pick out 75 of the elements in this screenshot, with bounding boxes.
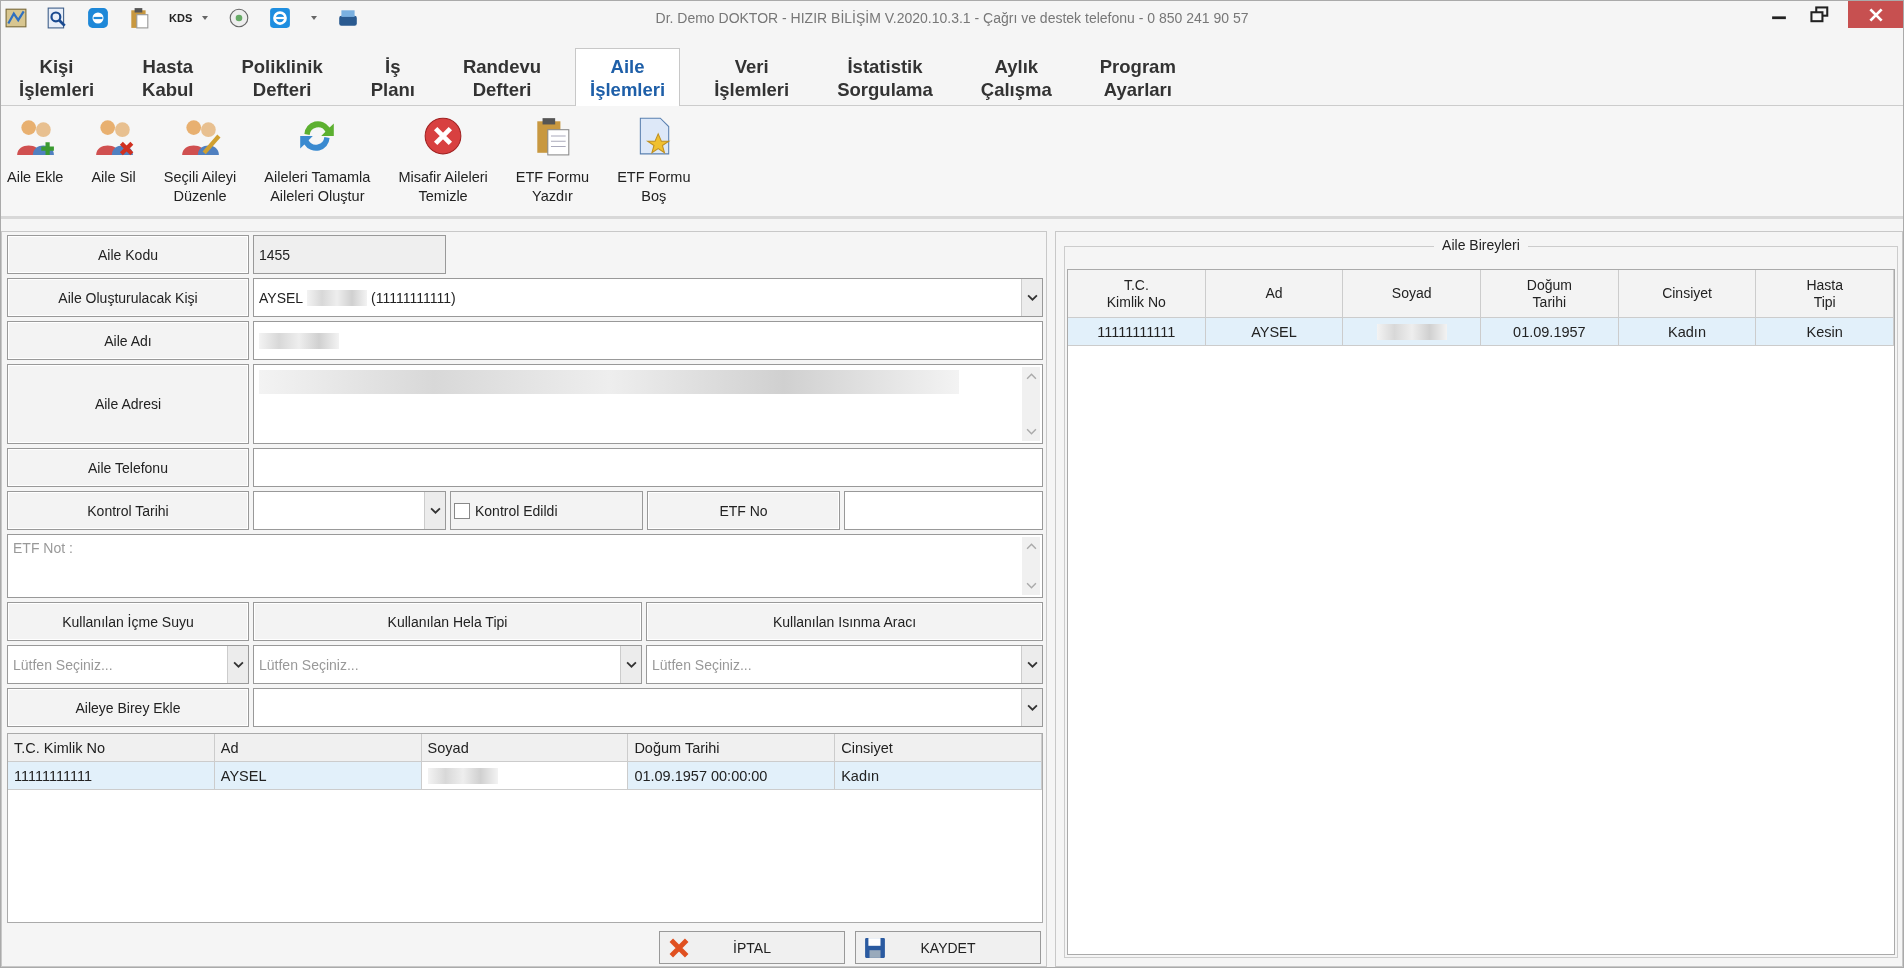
name-field[interactable] (253, 321, 1043, 360)
field-value: AYSEL (259, 289, 304, 306)
chevron-down-icon (625, 659, 637, 670)
dropdown-button[interactable] (1021, 279, 1042, 316)
dropdown-button[interactable] (1021, 646, 1042, 683)
table-cell: 01.09.1957 00:00:00 (628, 762, 836, 789)
toolbar-button[interactable]: Aile Sil (85, 106, 142, 216)
toolbar-button[interactable]: ETF Formu Yazdır (509, 106, 596, 216)
dropdown-button[interactable] (620, 646, 641, 683)
dropdown-button[interactable] (424, 492, 445, 529)
toolbar-button[interactable]: Seçili Aileyi Düzenle (157, 106, 243, 216)
code-field: 1455 (253, 235, 446, 274)
chevron-down-icon (1026, 659, 1038, 670)
chevron-down-icon (232, 659, 244, 670)
ribbon-tab[interactable]: Aile İşlemleri (575, 48, 681, 106)
ribbon-tab[interactable]: Randevu Defteri (448, 49, 556, 105)
field-label: ETF No (647, 491, 840, 530)
kds-menu[interactable]: KDS (169, 12, 193, 24)
caret-icon[interactable] (201, 14, 210, 22)
field-label: Kontrol Tarihi (7, 491, 249, 530)
caret-icon[interactable] (310, 14, 319, 22)
dropdown-button[interactable] (227, 646, 248, 683)
ribbon-tab[interactable]: İş Planı (356, 49, 429, 105)
ribbon-tab[interactable]: İstatistik Sorgulama (823, 49, 947, 105)
date-field[interactable] (253, 491, 446, 530)
ribbon-tab[interactable]: Aylık Çalışma (966, 49, 1066, 105)
table-cell: Kesin (1756, 318, 1895, 345)
ribbon-tab[interactable]: Program Ayarları (1085, 49, 1190, 105)
table-cell: AYSEL (1205, 318, 1344, 345)
checkbox-label: Kontrol Edildi (475, 502, 558, 519)
field-label: Kullanılan İçme Suyu (7, 602, 249, 641)
address-field[interactable] (253, 364, 1043, 444)
table-cell: 01.09.1957 (1481, 318, 1619, 345)
cross-icon (668, 936, 690, 959)
toolbar-button[interactable]: Aileleri Tamamla Aileleri Oluştur (258, 106, 377, 216)
table-cell: 11111111111 (1068, 318, 1206, 345)
field-label: Aile Oluşturulacak Kişi (7, 278, 249, 317)
table-cell: 11111111111 (8, 762, 215, 789)
ribbon-tab[interactable]: Kişi İşlemleri (5, 49, 109, 105)
ribbon-tab[interactable]: Veri İşlemleri (700, 49, 804, 105)
clipboard-icon[interactable] (128, 7, 150, 29)
field-label: Aile Adı (7, 321, 249, 360)
chevron-down-icon (1026, 702, 1038, 713)
disc-icon[interactable] (228, 7, 251, 29)
field-label: Aile Kodu (7, 235, 249, 274)
field-label: Kullanılan Isınma Aracı (646, 602, 1043, 641)
cancel-button[interactable]: İPTAL (659, 931, 845, 964)
table-cell: Kadın (1618, 318, 1757, 345)
toolbar-button[interactable]: Misafir Aileleri Temizle (392, 106, 494, 216)
chevron-down-icon (429, 505, 441, 516)
table-row[interactable]: 11111111111 AYSEL 01.09.1957 Kadın Kesin (1068, 318, 1894, 346)
ribbon-tab[interactable]: Hasta Kabul (128, 49, 208, 105)
dropdown-button[interactable] (1021, 689, 1042, 726)
toolbar-button[interactable]: ETF Formu Boş (611, 106, 697, 216)
phone-field[interactable] (253, 448, 1043, 487)
save-button[interactable]: KAYDET (855, 931, 1041, 964)
scanner-icon[interactable] (337, 7, 360, 29)
field-label: Kullanılan Hela Tipi (253, 602, 642, 641)
search-icon[interactable] (46, 7, 68, 29)
field-label: Aileye Birey Ekle (7, 688, 249, 727)
chevron-down-icon (1026, 292, 1038, 303)
close-button[interactable] (1848, 1, 1903, 28)
table-row[interactable]: 11111111111 AYSEL 01.09.1957 00:00:00 Kadın (8, 762, 1042, 790)
table-cell: AYSEL (214, 762, 422, 789)
window-title: Dr. Demo DOKTOR - HIZIR BİLİŞİM V.2020.10.3.1 - Çağrı ve destek telefonu - 0 850 241 90 57 (655, 10, 1249, 26)
etf-no-field[interactable] (844, 491, 1043, 530)
field-label: Aile Telefonu (7, 448, 249, 487)
table-cell: Kadın (835, 762, 1042, 789)
field-label: Aile Adresi (7, 364, 249, 444)
group-title: Aile Bireyleri (1434, 237, 1528, 253)
checkbox[interactable] (454, 502, 470, 519)
field-value: (11111111111) (371, 289, 456, 306)
person-dropdown[interactable]: AYSEL (11111111111) (253, 278, 1043, 317)
ribbon-tab[interactable]: Poliklinik Defteri (227, 49, 337, 105)
toolbar-button[interactable]: Aile Ekle (1, 106, 70, 216)
